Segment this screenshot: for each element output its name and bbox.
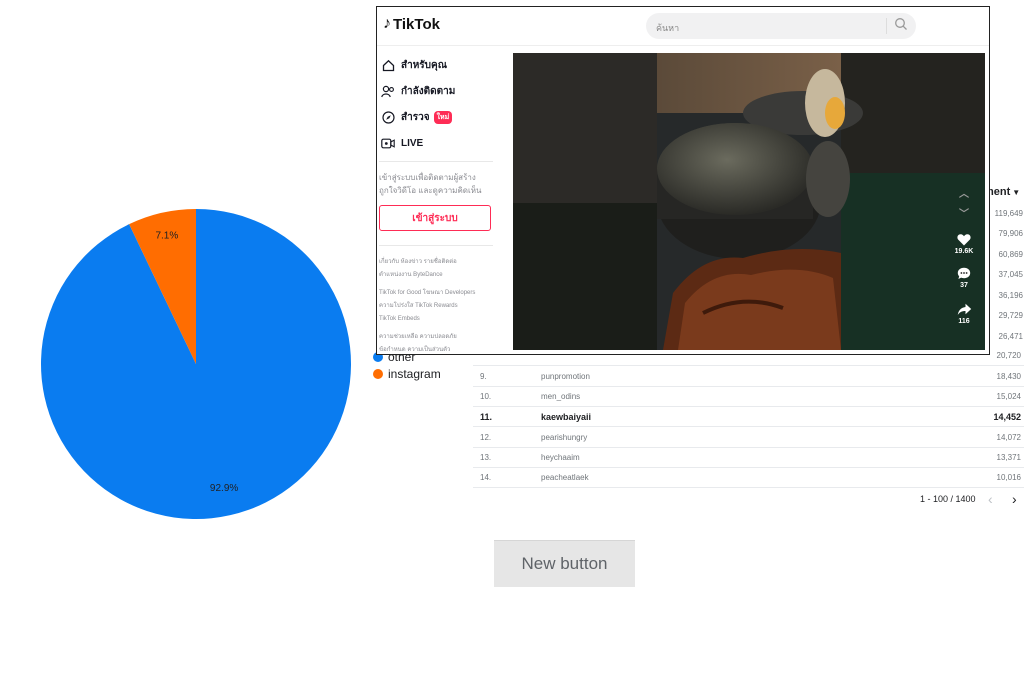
row-name: heychaaim [541, 453, 580, 462]
footer-links[interactable]: ความช่วยเหลือ ความปลอดภัย [379, 331, 495, 344]
footer-links[interactable]: TikTok Embeds [379, 313, 495, 326]
table-row[interactable]: 14. peacheatlaek 10,016 [473, 467, 1024, 488]
like-button[interactable]: 19.6K [949, 233, 979, 255]
nav-label: สำรวจ [401, 111, 430, 123]
row-index: 11. [480, 412, 493, 422]
pie-slice-label: 92.9% [210, 483, 238, 494]
tiktok-note-icon: ♪ [383, 15, 391, 32]
table-value-partial: 26,471 [998, 332, 1023, 341]
following-icon [381, 84, 395, 98]
nav-item-explore[interactable]: สำรวจ ใหม่ [381, 107, 453, 127]
legend-dot-instagram [373, 368, 383, 379]
row-index: 9. [480, 372, 487, 381]
heart-icon [957, 234, 971, 246]
table-row[interactable]: 13. heychaaim 13,371 [473, 447, 1024, 468]
table-header-comment[interactable]: ment ▼ [984, 186, 1024, 204]
share-button[interactable]: 116 [949, 303, 979, 325]
compass-icon [381, 110, 395, 124]
row-name: pearishungry [541, 433, 588, 442]
tiktok-topbar: ♪ TikTok ค้นหา [377, 7, 989, 46]
search-placeholder: ค้นหา [656, 23, 680, 33]
row-index: 12. [480, 433, 492, 442]
table-row[interactable]: 10. men_odins 15,024 [473, 386, 1024, 407]
table-value-partial: 79,906 [998, 229, 1023, 238]
legend-label-instagram: instagram [388, 366, 441, 381]
login-button[interactable]: เข้าสู่ระบบ [379, 205, 491, 231]
table-value-partial: 37,045 [998, 270, 1023, 279]
new-badge: ใหม่ [433, 110, 453, 124]
row-name: punpromotion [541, 372, 590, 381]
table-row[interactable]: 12. pearishungry 14,072 [473, 427, 1024, 448]
row-value: 18,430 [996, 372, 1021, 381]
video-frame [513, 53, 985, 350]
login-hint: เข้าสู่ระบบเพื่อติดตามผู้สร้าง ถูกใจวิดี… [379, 173, 482, 195]
table-value-partial: 60,869 [998, 250, 1023, 259]
row-value: 14,072 [996, 433, 1021, 442]
like-count: 19.6K [954, 248, 974, 255]
new-button[interactable]: New button [494, 540, 635, 587]
nav-label: สำหรับคุณ [401, 59, 447, 71]
tiktok-logo-text: TikTok [393, 15, 440, 33]
chevron-left-icon[interactable]: ‹ [988, 491, 993, 507]
tiktok-logo[interactable]: ♪ TikTok [383, 15, 440, 33]
share-count: 116 [958, 318, 970, 325]
row-index: 13. [480, 453, 492, 462]
nav-label: กำลังติดตาม [401, 85, 456, 97]
row-name: men_odins [541, 392, 581, 401]
row-value: 15,024 [996, 392, 1021, 401]
chevron-down-icon[interactable]: ﹀ [949, 205, 979, 220]
row-name: peacheatlaek [541, 473, 589, 482]
tiktok-window: ♪ TikTok ค้นหา สำหรับคุณ กำลังติดตาม สำร… [376, 6, 990, 355]
legend-item-instagram[interactable]: instagram [373, 365, 441, 382]
comment-button[interactable]: 37 [949, 267, 979, 289]
row-value: 14,452 [993, 412, 1021, 422]
home-icon [381, 58, 395, 72]
table-row[interactable]: 9. punpromotion 18,430 [473, 366, 1024, 387]
row-value: 10,016 [996, 473, 1021, 482]
nav-item-for-you[interactable]: สำหรับคุณ [381, 55, 447, 75]
tiktok-sidebar: สำหรับคุณ กำลังติดตาม สำรวจ ใหม่ LIVE เข… [377, 47, 497, 354]
comment-count: 37 [960, 282, 968, 289]
pie-slice-label: 7.1% [155, 231, 178, 242]
row-value: 20,720 [996, 351, 1021, 360]
table-row-highlighted[interactable]: 11. kaewbaiyaii 14,452 [473, 406, 1024, 427]
table-value-partial: 119,649 [994, 209, 1023, 218]
search-input[interactable]: ค้นหา [646, 13, 916, 39]
search-divider [886, 18, 887, 34]
chevron-right-icon[interactable]: › [1012, 491, 1017, 507]
footer-links[interactable]: เกี่ยวกับ ห้องข่าว รายชื่อติดต่อ [379, 256, 495, 269]
table-value-partial: 29,729 [998, 311, 1023, 320]
footer-links[interactable]: ความโปร่งใส TikTok Rewards [379, 300, 495, 313]
nav-label: LIVE [401, 137, 424, 149]
comment-icon [957, 267, 971, 279]
pagination-label: 1 - 100 / 1400 [920, 494, 976, 504]
row-value: 13,371 [996, 453, 1021, 462]
sort-arrow-icon: ▼ [1012, 188, 1021, 197]
sidebar-divider [379, 161, 493, 162]
video-player[interactable]: ︿ ﹀ 19.6K 37 116 [513, 53, 985, 350]
search-icon[interactable] [894, 17, 908, 31]
chevron-up-icon[interactable]: ︿ [949, 185, 979, 200]
live-icon [381, 136, 395, 150]
row-index: 10. [480, 392, 492, 401]
nav-item-following[interactable]: กำลังติดตาม [381, 81, 455, 101]
footer-links[interactable]: ตำแหน่งงาน ByteDance [379, 269, 495, 282]
pie-chart: 92.9% 7.1% [40, 209, 351, 519]
share-icon [957, 303, 971, 315]
row-index: 14. [480, 473, 492, 482]
nav-item-live[interactable]: LIVE [381, 133, 423, 153]
footer-links[interactable]: ข้อกำหนด ความเป็นส่วนตัว [379, 344, 495, 354]
table-value-partial: 36,196 [998, 291, 1023, 300]
row-name: kaewbaiyaii [541, 412, 592, 422]
footer-links[interactable]: TikTok for Good โฆษณา Developers [379, 287, 495, 300]
sidebar-divider [379, 245, 493, 246]
